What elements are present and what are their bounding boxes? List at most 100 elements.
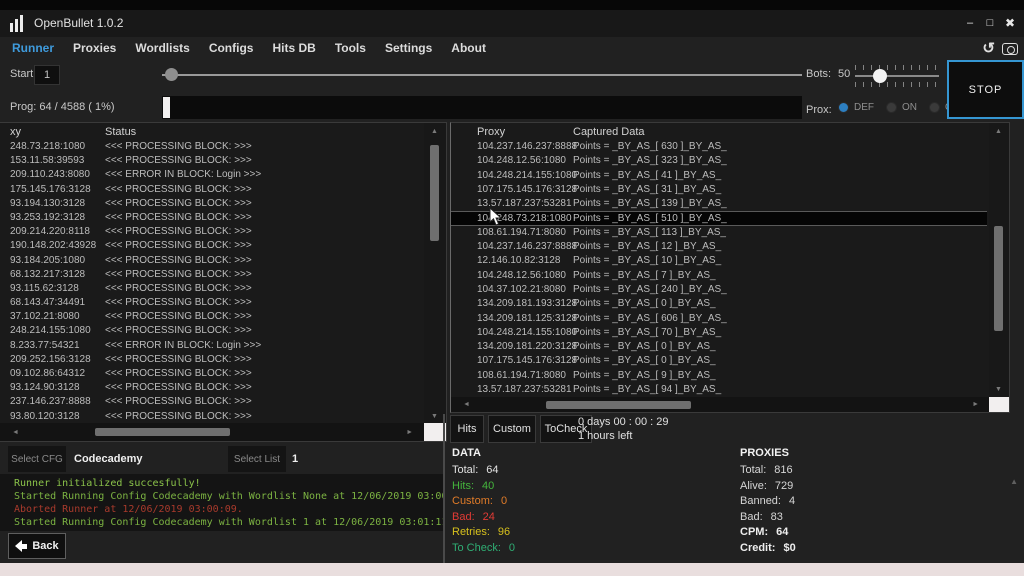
scroll-right-icon[interactable]: ► xyxy=(406,429,413,436)
table-row[interactable]: 248.214.155:1080<<< PROCESSING BLOCK: >>… xyxy=(0,324,424,338)
table-row[interactable]: 237.146.237:8888<<< PROCESSING BLOCK: >>… xyxy=(0,395,424,409)
table-row[interactable]: 104.37.102.21:8080Points = _BY_AS_[ 240 … xyxy=(451,283,987,297)
select-cfg-button[interactable]: Select CFG xyxy=(8,446,66,472)
stop-button[interactable]: STOP xyxy=(947,60,1024,119)
table-row[interactable]: 134.209.181.193:3128Points = _BY_AS_[ 0 … xyxy=(451,297,987,311)
maximize-button[interactable]: □ xyxy=(980,10,1000,37)
table-row[interactable]: 104.248.12.56:1080Points = _BY_AS_[ 7 ]_… xyxy=(451,269,987,283)
bots-slider[interactable] xyxy=(855,65,939,87)
table-row[interactable]: 108.61.194.71:8080Points = _BY_AS_[ 113 … xyxy=(451,226,987,240)
scrollbar-thumb[interactable] xyxy=(95,428,230,436)
table-row[interactable]: 37.102.21:8080<<< PROCESSING BLOCK: >>> xyxy=(0,310,424,324)
table-row[interactable]: 104.248.12.56:1080Points = _BY_AS_[ 323 … xyxy=(451,154,987,168)
scrollbar-thumb[interactable] xyxy=(994,226,1003,331)
status-cell: <<< PROCESSING BLOCK: >>> xyxy=(105,410,252,424)
table-row[interactable]: 134.209.181.125:3128Points = _BY_AS_[ 60… xyxy=(451,312,987,326)
table-row[interactable]: 153.11.58:39593<<< PROCESSING BLOCK: >>> xyxy=(0,154,424,168)
minimize-button[interactable]: – xyxy=(960,10,980,37)
table-row[interactable]: 93.184.205:1080<<< PROCESSING BLOCK: >>> xyxy=(0,254,424,268)
menu-item-runner[interactable]: Runner xyxy=(12,37,54,59)
right-table-horizontal-scrollbar[interactable]: ◄ ► xyxy=(451,397,991,412)
menu-item-settings[interactable]: Settings xyxy=(385,37,432,59)
prox-radio-label-on: ON xyxy=(902,102,917,113)
table-row[interactable]: 93.253.192:3128<<< PROCESSING BLOCK: >>> xyxy=(0,211,424,225)
column-header-proxy[interactable]: Proxy xyxy=(477,125,505,139)
menu-item-about[interactable]: About xyxy=(451,37,486,59)
menu-icons: ↺ xyxy=(982,39,1018,59)
table-row[interactable]: 104.248.214.155:1080Points = _BY_AS_[ 70… xyxy=(451,326,987,340)
stat-label: Custom: xyxy=(452,495,493,507)
scroll-down-icon[interactable]: ▼ xyxy=(431,413,438,420)
log-scroll-up-icon[interactable]: ▲ xyxy=(1010,478,1018,485)
menu-item-wordlists[interactable]: Wordlists xyxy=(135,37,189,59)
table-row[interactable]: 13.57.187.237:53281Points = _BY_AS_[ 94 … xyxy=(451,383,987,397)
table-row[interactable]: 107.175.145.176:3128Points = _BY_AS_[ 0 … xyxy=(451,354,987,368)
table-row[interactable]: 93.124.90:3128<<< PROCESSING BLOCK: >>> xyxy=(0,381,424,395)
table-row[interactable]: 107.175.145.176:3128Points = _BY_AS_[ 31… xyxy=(451,183,987,197)
table-row[interactable]: 09.102.86:64312<<< PROCESSING BLOCK: >>> xyxy=(0,367,424,381)
table-row[interactable]: 209.110.243:8080<<< ERROR IN BLOCK: Logi… xyxy=(0,168,424,182)
table-row[interactable]: 190.148.202:43928<<< PROCESSING BLOCK: >… xyxy=(0,239,424,253)
scrollbar-thumb[interactable] xyxy=(430,145,439,241)
table-row[interactable]: 104.248.214.155:1080Points = _BY_AS_[ 41… xyxy=(451,169,987,183)
scroll-left-icon[interactable]: ◄ xyxy=(463,401,470,408)
scroll-up-icon[interactable]: ▲ xyxy=(431,128,438,135)
stat-label: Hits: xyxy=(452,480,474,492)
menu-item-hits-db[interactable]: Hits DB xyxy=(272,37,315,59)
bots-slider-ticks xyxy=(855,65,939,70)
menu-item-tools[interactable]: Tools xyxy=(335,37,366,59)
table-row[interactable]: 175.145.176:3128<<< PROCESSING BLOCK: >>… xyxy=(0,183,424,197)
column-header-status[interactable]: Status xyxy=(105,125,136,139)
scrollbar-thumb[interactable] xyxy=(546,401,691,409)
table-row[interactable]: 68.143.47:34491<<< PROCESSING BLOCK: >>> xyxy=(0,296,424,310)
select-list-button[interactable]: Select List xyxy=(228,446,286,472)
proxy-cell: 248.214.155:1080 xyxy=(10,324,91,338)
table-row[interactable]: 134.209.181.220:3128Points = _BY_AS_[ 0 … xyxy=(451,340,987,354)
screenshot-camera-icon[interactable] xyxy=(1002,43,1018,55)
proxy-cell: 248.73.218:1080 xyxy=(10,140,85,154)
table-row[interactable]: 93.80.120:3128<<< PROCESSING BLOCK: >>> xyxy=(0,410,424,424)
column-header-captured-data[interactable]: Captured Data xyxy=(573,125,645,139)
left-table-horizontal-scrollbar[interactable]: ◄ ► xyxy=(0,423,425,441)
scroll-up-icon[interactable]: ▲ xyxy=(995,128,1002,135)
tab-hits[interactable]: Hits xyxy=(450,415,484,443)
prox-radio-on[interactable] xyxy=(886,102,897,113)
menu-item-proxies[interactable]: Proxies xyxy=(73,37,116,59)
start-slider[interactable] xyxy=(162,74,802,76)
start-slider-thumb[interactable] xyxy=(165,68,178,81)
tab-custom[interactable]: Custom xyxy=(488,415,536,443)
elapsed-time: 0 days 00 : 00 : 29 xyxy=(578,416,669,428)
start-input[interactable]: 1 xyxy=(34,65,60,85)
history-icon[interactable]: ↺ xyxy=(982,41,995,57)
progress-bar xyxy=(162,96,802,119)
table-row[interactable]: 104.237.146.237:8888Points = _BY_AS_[ 63… xyxy=(451,140,987,154)
table-row[interactable]: 13.57.187.237:53281Points = _BY_AS_[ 139… xyxy=(451,197,987,211)
start-label: Start: xyxy=(10,68,36,80)
captured-data-cell: Points = _BY_AS_[ 7 ]_BY_AS_ xyxy=(573,269,716,283)
scroll-right-icon[interactable]: ► xyxy=(972,401,979,408)
menu-item-configs[interactable]: Configs xyxy=(209,37,254,59)
table-row[interactable]: 8.233.77:54321<<< ERROR IN BLOCK: Login … xyxy=(0,339,424,353)
table-row[interactable]: 93.194.130:3128<<< PROCESSING BLOCK: >>> xyxy=(0,197,424,211)
scroll-left-icon[interactable]: ◄ xyxy=(12,429,19,436)
captured-data-cell: Points = _BY_AS_[ 510 ]_BY_AS_ xyxy=(573,212,727,226)
left-table-vertical-scrollbar[interactable]: ▲ ▼ xyxy=(424,123,446,425)
back-button[interactable]: Back xyxy=(8,533,66,559)
table-row[interactable]: 12.146.10.82:3128Points = _BY_AS_[ 10 ]_… xyxy=(451,254,987,268)
table-row[interactable]: 209.252.156:3128<<< PROCESSING BLOCK: >>… xyxy=(0,353,424,367)
right-table-vertical-scrollbar[interactable]: ▲ ▼ xyxy=(989,123,1009,398)
table-row[interactable]: 209.214.220:8118<<< PROCESSING BLOCK: >>… xyxy=(0,225,424,239)
bots-slider-thumb[interactable] xyxy=(873,69,887,83)
table-row[interactable]: 93.115.62:3128<<< PROCESSING BLOCK: >>> xyxy=(0,282,424,296)
table-row[interactable]: 248.73.218:1080<<< PROCESSING BLOCK: >>> xyxy=(0,140,424,154)
table-row[interactable]: 68.132.217:3128<<< PROCESSING BLOCK: >>> xyxy=(0,268,424,282)
table-row[interactable]: 104.237.146.237:8888Points = _BY_AS_[ 12… xyxy=(451,240,987,254)
close-button[interactable]: ✖ xyxy=(1000,10,1020,37)
prox-radio-def[interactable] xyxy=(838,102,849,113)
prox-radio-off[interactable] xyxy=(929,102,940,113)
scroll-down-icon[interactable]: ▼ xyxy=(995,386,1002,393)
status-cell: <<< PROCESSING BLOCK: >>> xyxy=(105,395,252,409)
column-header-proxy[interactable]: xy xyxy=(10,125,21,139)
table-row[interactable]: 108.61.194.71:8080Points = _BY_AS_[ 9 ]_… xyxy=(451,369,987,383)
table-row[interactable]: 104.248.73.218:1080Points = _BY_AS_[ 510… xyxy=(451,211,987,225)
